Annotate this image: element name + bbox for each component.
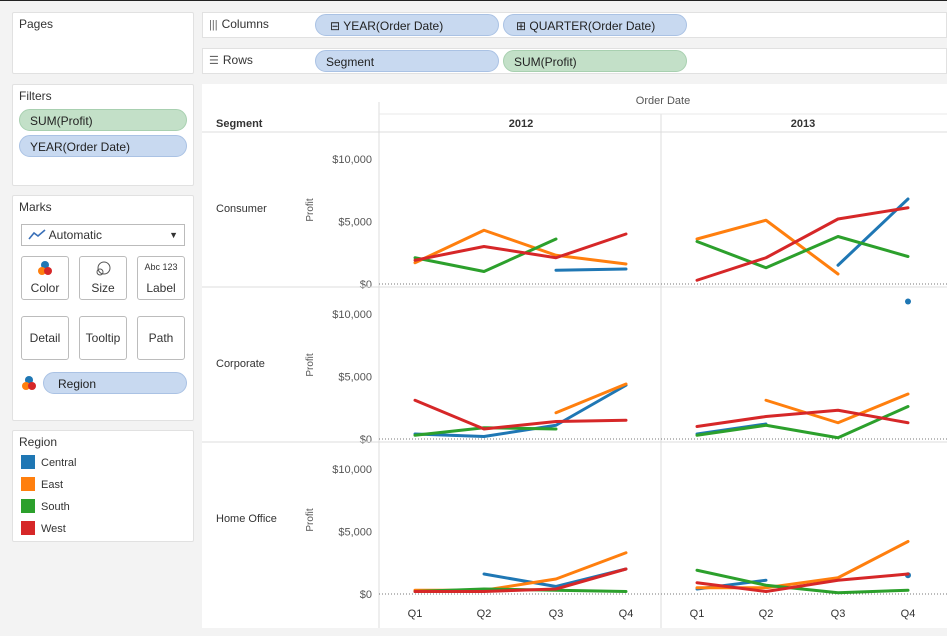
marks-card: Marks Automatic ▼ Color Size Abc 123 Lab… bbox=[12, 195, 194, 421]
x-tick-label-q3: Q3 bbox=[549, 608, 564, 620]
series-line-east bbox=[413, 551, 628, 592]
filter-pill-sum-profit[interactable]: SUM(Profit) bbox=[19, 109, 187, 131]
rows-shelf-label: ☰ Rows bbox=[209, 53, 253, 67]
legend-title: Region bbox=[19, 435, 58, 449]
columns-shelf[interactable]: ||| Columns ⊟ YEAR(Order Date) ⊞ QUARTER(… bbox=[202, 12, 947, 38]
color-button[interactable]: Color bbox=[21, 256, 69, 300]
rows-pill-sum-profit[interactable]: SUM(Profit) bbox=[503, 50, 687, 72]
x-tick-label-q2: Q2 bbox=[477, 608, 492, 620]
collapse-icon: ⊟ bbox=[330, 19, 341, 33]
legend-item-central[interactable]: Central bbox=[21, 455, 76, 471]
tooltip-label: Tooltip bbox=[85, 331, 121, 345]
y-tick-label: $5,000 bbox=[338, 217, 372, 229]
chevron-down-icon: ▼ bbox=[169, 230, 178, 240]
rows-shelf[interactable]: ☰ Rows Segment SUM(Profit) bbox=[202, 48, 947, 74]
viz-view[interactable]: Order Date Segment 2012 2013 Consumer Pro… bbox=[202, 84, 947, 628]
y-tick-label: $5,000 bbox=[338, 527, 372, 539]
legend-swatch bbox=[21, 521, 35, 535]
filter-pill-year-order-date[interactable]: YEAR(Order Date) bbox=[19, 135, 187, 157]
segment-label-consumer: Consumer bbox=[216, 203, 267, 215]
columns-label-text: Columns bbox=[221, 17, 269, 31]
rows-icon: ☰ bbox=[209, 55, 219, 67]
y-tick-label: $0 bbox=[360, 279, 372, 291]
x-tick-label-q1: Q1 bbox=[690, 608, 705, 620]
path-label: Path bbox=[148, 331, 174, 345]
pages-title: Pages bbox=[19, 17, 54, 31]
x-tick-label-q4: Q4 bbox=[619, 608, 634, 620]
profit-axis-title: Profit bbox=[305, 198, 316, 222]
series-line-west bbox=[695, 408, 910, 428]
y-tick-label: $10,000 bbox=[332, 309, 372, 321]
columns-pill-year-label: YEAR(Order Date) bbox=[343, 19, 444, 33]
label-label: Label bbox=[146, 281, 176, 295]
label-button[interactable]: Abc 123 Label bbox=[137, 256, 185, 300]
mark-type-value: Automatic bbox=[48, 228, 103, 242]
filters-shelf[interactable]: Filters SUM(Profit) YEAR(Order Date) bbox=[12, 84, 194, 186]
color-label: Color bbox=[30, 281, 60, 295]
region-legend: Region Central East South West bbox=[12, 430, 194, 542]
year-header-2013: 2013 bbox=[791, 118, 815, 130]
color-encoding-icon bbox=[21, 376, 37, 393]
columns-pill-year[interactable]: ⊟ YEAR(Order Date) bbox=[315, 14, 499, 36]
series-line-south bbox=[695, 235, 910, 270]
rows-pill-segment[interactable]: Segment bbox=[315, 50, 499, 72]
color-icon bbox=[22, 261, 68, 281]
profit-axis-title: Profit bbox=[305, 353, 316, 377]
columns-shelf-label: ||| Columns bbox=[209, 17, 269, 31]
size-button[interactable]: Size bbox=[79, 256, 127, 300]
filters-title: Filters bbox=[19, 89, 52, 103]
series-line-east bbox=[554, 382, 628, 415]
series-line-west bbox=[695, 206, 910, 282]
mark-type-dropdown[interactable]: Automatic ▼ bbox=[21, 224, 185, 246]
path-button[interactable]: Path bbox=[137, 316, 185, 360]
region-color-pill[interactable]: Region bbox=[43, 372, 187, 394]
legend-swatch bbox=[21, 477, 35, 491]
top-border bbox=[0, 0, 947, 1]
legend-label: West bbox=[41, 523, 66, 535]
line-mark-icon bbox=[28, 229, 46, 240]
segment-label-corporate: Corporate bbox=[216, 358, 265, 370]
x-tick-label-q3: Q3 bbox=[831, 608, 846, 620]
y-tick-label: $10,000 bbox=[332, 154, 372, 166]
column-header-order-date: Order Date bbox=[636, 95, 690, 107]
x-tick-label-q1: Q1 bbox=[408, 608, 423, 620]
expand-icon: ⊞ bbox=[516, 19, 527, 33]
detail-label: Detail bbox=[29, 331, 61, 345]
columns-icon: ||| bbox=[209, 19, 218, 31]
segment-label-home-office: Home Office bbox=[216, 513, 277, 525]
series-line-east bbox=[695, 540, 910, 590]
profit-axis-title: Profit bbox=[305, 508, 316, 532]
series-line-east bbox=[413, 228, 628, 266]
size-label: Size bbox=[91, 281, 115, 295]
legend-label: South bbox=[41, 501, 70, 513]
pages-shelf[interactable]: Pages bbox=[12, 12, 194, 74]
y-tick-label: $10,000 bbox=[332, 464, 372, 476]
legend-item-east[interactable]: East bbox=[21, 477, 63, 493]
legend-swatch bbox=[21, 499, 35, 513]
legend-label: Central bbox=[41, 457, 77, 469]
x-tick-label-q2: Q2 bbox=[759, 608, 774, 620]
legend-item-south[interactable]: South bbox=[21, 499, 70, 515]
y-tick-label: $0 bbox=[360, 589, 372, 601]
abc-123-icon: Abc 123 bbox=[144, 262, 178, 272]
trellis-line-chart[interactable]: Order Date Segment 2012 2013 Consumer Pro… bbox=[202, 84, 947, 628]
rows-label-text: Rows bbox=[222, 53, 253, 67]
legend-label: East bbox=[41, 479, 64, 491]
y-tick-label: $5,000 bbox=[338, 372, 372, 384]
legend-swatch bbox=[21, 455, 35, 469]
x-tick-label-q4: Q4 bbox=[901, 608, 916, 620]
row-header-segment: Segment bbox=[216, 118, 263, 130]
series-line-central bbox=[554, 267, 628, 272]
y-tick-label: $0 bbox=[360, 434, 372, 446]
columns-pill-quarter-label: QUARTER(Order Date) bbox=[529, 19, 656, 33]
tooltip-button[interactable]: Tooltip bbox=[79, 316, 127, 360]
year-header-2012: 2012 bbox=[509, 118, 533, 130]
marks-title: Marks bbox=[19, 200, 52, 214]
legend-item-west[interactable]: West bbox=[21, 521, 66, 537]
columns-pill-quarter[interactable]: ⊞ QUARTER(Order Date) bbox=[503, 14, 687, 36]
detail-button[interactable]: Detail bbox=[21, 316, 69, 360]
data-point-central bbox=[905, 298, 911, 305]
size-icon bbox=[80, 261, 126, 281]
